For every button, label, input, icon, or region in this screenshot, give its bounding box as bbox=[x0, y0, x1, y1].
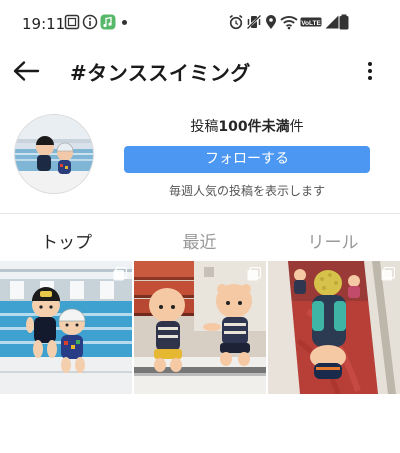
multiple-photos-icon bbox=[113, 267, 127, 281]
info-icon bbox=[82, 14, 98, 30]
status-bar: 19:11 VoLTE bbox=[0, 0, 400, 44]
volte-icon: VoLTE bbox=[300, 17, 322, 27]
notification-dot bbox=[122, 20, 127, 25]
follow-button[interactable]: フォローする bbox=[124, 146, 370, 173]
header: #タンススイミング bbox=[0, 44, 400, 96]
page-title: #タンススイミング bbox=[70, 61, 251, 85]
music-icon bbox=[100, 14, 116, 30]
post-count-value: 100件未満 bbox=[218, 119, 290, 135]
location-icon bbox=[266, 15, 276, 29]
tab-bar: トップ 最近 リール bbox=[0, 214, 400, 260]
multiple-photos-icon bbox=[381, 267, 395, 281]
tab-top[interactable]: トップ bbox=[0, 228, 133, 253]
battery-icon bbox=[339, 14, 349, 30]
post-grid bbox=[0, 261, 400, 394]
post-count-prefix: 投稿 bbox=[190, 119, 219, 135]
post-count-suffix: 件 bbox=[289, 119, 304, 135]
tab-recent[interactable]: 最近 bbox=[133, 228, 266, 253]
volte-text: VoLTE bbox=[301, 20, 321, 27]
more-options-icon[interactable] bbox=[360, 58, 380, 84]
wifi-icon bbox=[280, 16, 298, 30]
avatar-photo bbox=[15, 115, 93, 193]
alarm-icon bbox=[229, 14, 243, 30]
weekly-top-posts-note: 毎週人気の投稿を表示します bbox=[168, 184, 325, 198]
vibrate-icon bbox=[246, 15, 262, 29]
tab-reels[interactable]: リール bbox=[266, 228, 400, 253]
hashtag-avatar bbox=[14, 114, 94, 194]
post-thumbnail[interactable] bbox=[134, 261, 266, 394]
post-thumbnail[interactable] bbox=[268, 261, 400, 394]
back-arrow-icon[interactable] bbox=[10, 58, 42, 84]
post-count: 投稿100件未満件 bbox=[124, 116, 370, 136]
post-thumbnail[interactable] bbox=[0, 261, 132, 394]
album-icon bbox=[64, 14, 80, 30]
multiple-photos-icon bbox=[247, 267, 261, 281]
status-time: 19:11 bbox=[22, 15, 66, 33]
